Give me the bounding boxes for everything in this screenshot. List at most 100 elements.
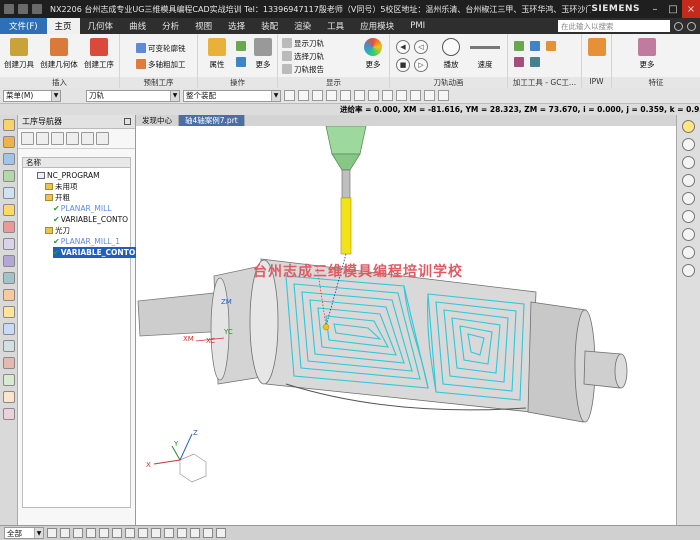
properties-button[interactable]: 属性 bbox=[200, 38, 234, 70]
tree-row-nc-program[interactable]: NC_PROGRAM bbox=[37, 170, 100, 181]
multiaxis-rough-button[interactable]: 多轴粗加工 bbox=[136, 58, 186, 70]
bottom-tool-14[interactable] bbox=[216, 528, 226, 538]
eye-icon[interactable] bbox=[682, 246, 695, 259]
constraint-icon[interactable] bbox=[3, 170, 15, 182]
tab-file[interactable]: 文件(F) bbox=[0, 18, 47, 34]
render-icon[interactable] bbox=[682, 138, 695, 151]
visual-icon[interactable] bbox=[3, 374, 15, 386]
more-display-button[interactable]: 更多 bbox=[356, 38, 390, 70]
bottom-tool-7[interactable] bbox=[125, 528, 135, 538]
tab-render[interactable]: 渲染 bbox=[286, 18, 319, 34]
bottom-tool-13[interactable] bbox=[203, 528, 213, 538]
snap-tool-6[interactable] bbox=[354, 90, 365, 101]
bottom-tool-9[interactable] bbox=[151, 528, 161, 538]
tab-view[interactable]: 视图 bbox=[187, 18, 220, 34]
step-forward-button[interactable]: ▷ bbox=[414, 58, 428, 72]
snap-tool-7[interactable] bbox=[368, 90, 379, 101]
stop-button[interactable]: ■ bbox=[396, 58, 410, 72]
create-geometry-button[interactable]: 创建几何体 bbox=[40, 38, 78, 70]
snap-tool-10[interactable] bbox=[410, 90, 421, 101]
type-filter-dropdown[interactable]: 刀轨 ▼ bbox=[86, 89, 180, 102]
tab-discovery-center[interactable]: 发现中心 bbox=[136, 115, 179, 126]
expand-icon[interactable] bbox=[96, 132, 109, 145]
more-operation-button[interactable]: 更多 bbox=[246, 38, 280, 70]
tree-row-planar-mill-1[interactable]: ✔ PLANAR_MILL_1 bbox=[53, 236, 120, 247]
program-view-icon[interactable] bbox=[21, 132, 34, 145]
create-tool-button[interactable]: 创建刀具 bbox=[2, 38, 36, 70]
snap-tool-9[interactable] bbox=[396, 90, 407, 101]
tab-geometry[interactable]: 几何体 bbox=[80, 18, 122, 34]
snap-tool-12[interactable] bbox=[438, 90, 449, 101]
tab-assembly[interactable]: 装配 bbox=[253, 18, 286, 34]
filter-icon[interactable] bbox=[81, 132, 94, 145]
tab-tools[interactable]: 工具 bbox=[319, 18, 352, 34]
snap-tool-3[interactable] bbox=[312, 90, 323, 101]
bottom-tool-12[interactable] bbox=[190, 528, 200, 538]
variable-contour-button[interactable]: 可变轮廓铣 bbox=[136, 42, 186, 54]
snap-tool-1[interactable] bbox=[284, 90, 295, 101]
bottom-tool-2[interactable] bbox=[60, 528, 70, 538]
bottom-tool-11[interactable] bbox=[177, 528, 187, 538]
machining-tool-2-button[interactable] bbox=[530, 40, 542, 52]
snap-tool-8[interactable] bbox=[382, 90, 393, 101]
tab-select[interactable]: 选择 bbox=[220, 18, 253, 34]
history-icon[interactable] bbox=[3, 221, 15, 233]
tree-row-rough[interactable]: 开粗 bbox=[45, 192, 70, 203]
help-panel-icon[interactable] bbox=[3, 408, 15, 420]
machine-icon[interactable] bbox=[3, 238, 15, 250]
light-icon[interactable] bbox=[682, 120, 695, 133]
template-icon[interactable] bbox=[3, 357, 15, 369]
filter-all-dropdown[interactable]: 全部 ▼ bbox=[4, 527, 44, 539]
palette-icon[interactable] bbox=[3, 306, 15, 318]
edge-icon[interactable] bbox=[682, 228, 695, 241]
save-icon[interactable] bbox=[4, 4, 14, 14]
tree-row-planar-mill[interactable]: ✔ PLANAR_MILL bbox=[53, 203, 111, 214]
tab-home[interactable]: 主页 bbox=[46, 18, 80, 34]
menu-dropdown[interactable]: 菜单(M) ▼ bbox=[3, 89, 61, 102]
ruler-icon[interactable] bbox=[682, 210, 695, 223]
show-toolpath-button[interactable]: 显示刀轨 bbox=[282, 37, 324, 49]
more-feature-button[interactable]: 更多 bbox=[630, 38, 664, 70]
machine-view-icon[interactable] bbox=[36, 132, 49, 145]
play-button[interactable]: 播放 bbox=[434, 38, 468, 70]
speed-slider[interactable]: 速度 bbox=[468, 38, 502, 70]
snap-tool-4[interactable] bbox=[326, 90, 337, 101]
bottom-tool-8[interactable] bbox=[138, 528, 148, 538]
select-toolpath-button[interactable]: 选择刀轨 bbox=[282, 50, 324, 62]
undo-icon[interactable] bbox=[18, 4, 28, 14]
machining-tool-3-button[interactable] bbox=[546, 40, 558, 52]
library-icon[interactable] bbox=[3, 340, 15, 352]
machining-tool-4-button[interactable] bbox=[514, 56, 526, 68]
clip-icon[interactable] bbox=[682, 156, 695, 169]
assembly-icon[interactable] bbox=[3, 136, 15, 148]
redo-icon[interactable] bbox=[32, 4, 42, 14]
tab-part-file[interactable]: 轴4轴案例7.prt bbox=[179, 115, 245, 126]
report-icon[interactable] bbox=[3, 391, 15, 403]
rewind-button[interactable]: ◀ bbox=[396, 40, 410, 54]
layer-icon[interactable] bbox=[3, 187, 15, 199]
toolpath-report-button[interactable]: 刀轨报告 bbox=[282, 63, 324, 75]
machining-tool-1-button[interactable] bbox=[514, 40, 526, 52]
step-back-button[interactable]: ◁ bbox=[414, 40, 428, 54]
tree-row-finish[interactable]: 光刀 bbox=[45, 225, 70, 236]
tree-row-unused[interactable]: 未用项 bbox=[45, 181, 78, 192]
machining-tool-5-button[interactable] bbox=[530, 56, 542, 68]
bottom-tool-4[interactable] bbox=[86, 528, 96, 538]
help-icon[interactable] bbox=[674, 21, 683, 31]
settings-icon[interactable] bbox=[687, 21, 696, 31]
bottom-tool-1[interactable] bbox=[47, 528, 57, 538]
maximize-button[interactable]: □ bbox=[664, 0, 682, 18]
reuse-icon[interactable] bbox=[3, 204, 15, 216]
name-column-header[interactable]: 名称 bbox=[22, 157, 131, 168]
section-icon[interactable] bbox=[682, 174, 695, 187]
bottom-tool-3[interactable] bbox=[73, 528, 83, 538]
close-button[interactable]: × bbox=[682, 0, 700, 18]
ipw-button[interactable] bbox=[580, 38, 614, 56]
part-icon[interactable] bbox=[3, 153, 15, 165]
tab-pmi[interactable]: PMI bbox=[402, 18, 433, 34]
web-icon[interactable] bbox=[3, 272, 15, 284]
navigator-icon[interactable] bbox=[3, 119, 15, 131]
snap-tool-11[interactable] bbox=[424, 90, 435, 101]
minimize-button[interactable]: – bbox=[646, 0, 664, 18]
graphics-viewport[interactable]: XM XC YC ZM X Y Z 台州志成三维模具编程培训学校 bbox=[136, 126, 676, 525]
